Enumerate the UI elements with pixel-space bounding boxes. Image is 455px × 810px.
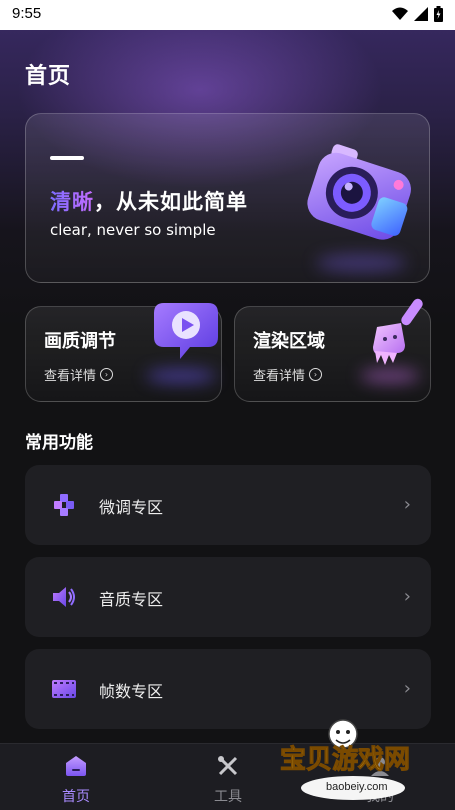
play-bubble-icon: [154, 303, 218, 359]
feature-card-detail-label: 查看详情: [44, 369, 97, 384]
hero-headline-rest: ，从未如此简单: [94, 190, 248, 214]
feature-card-title: 渲染区域: [253, 331, 325, 352]
signal-icon: [414, 7, 428, 21]
hero-headline: 清晰，从未如此简单: [50, 186, 248, 216]
status-icons: [392, 6, 443, 22]
feature-shadow: [146, 369, 216, 383]
list-item-tuning[interactable]: 微调专区 ›: [25, 465, 431, 545]
list-item-label: 帧数专区: [99, 682, 164, 701]
svg-text:宝贝游戏网: 宝贝游戏网: [280, 744, 410, 775]
arrow-right-circle-icon: ›: [100, 368, 114, 381]
tab-label: 首页: [62, 789, 90, 805]
tab-label: 工具: [214, 789, 242, 805]
feature-card-title: 画质调节: [44, 331, 116, 352]
home-icon: [66, 756, 86, 776]
arrow-right-circle-icon: ›: [309, 368, 323, 381]
page-title: 首页: [25, 64, 72, 89]
svg-text:baobeiy.com: baobeiy.com: [326, 781, 388, 793]
chevron-right-icon: ›: [403, 586, 411, 607]
feature-card-detail-link[interactable]: 查看详情 ›: [44, 365, 114, 384]
tab-tools[interactable]: 工具: [188, 754, 268, 806]
feature-card-quality[interactable]: 画质调节 查看详情 ›: [25, 303, 222, 402]
feature-shadow: [360, 369, 420, 383]
hero-shadow: [316, 254, 406, 272]
status-time: 9:55: [12, 5, 42, 22]
feature-card-detail-link[interactable]: 查看详情 ›: [253, 365, 323, 384]
chevron-right-icon: ›: [403, 678, 411, 699]
feature-card-render[interactable]: 渲染区域 查看详情 ›: [234, 298, 431, 402]
speaker-icon: [53, 587, 75, 607]
hero-subtitle: clear, never so simple: [50, 221, 216, 239]
watermark-logo: 宝贝游戏网 baobeiy.com: [280, 719, 411, 800]
feature-card-detail-label: 查看详情: [253, 369, 306, 384]
tab-home[interactable]: 首页: [36, 754, 116, 806]
battery-icon: [434, 6, 443, 22]
wifi-icon: [392, 7, 408, 20]
paint-brush-icon: [373, 298, 423, 365]
hero-headline-highlight: 清晰: [50, 190, 94, 214]
chevron-right-icon: ›: [403, 494, 411, 515]
tools-icon: [218, 756, 238, 776]
status-bar: 9:55: [0, 0, 455, 30]
puzzle-icon: [54, 494, 74, 516]
camera-icon: [307, 144, 411, 240]
list-item-label: 音质专区: [99, 590, 164, 609]
film-icon: [52, 680, 76, 698]
hero-dash: [50, 156, 84, 160]
hero-banner[interactable]: 清晰，从未如此简单 clear, never so simple: [25, 113, 430, 283]
list-item-audio[interactable]: 音质专区 ›: [25, 557, 431, 637]
list-item-label: 微调专区: [99, 498, 164, 517]
section-title: 常用功能: [25, 433, 93, 453]
